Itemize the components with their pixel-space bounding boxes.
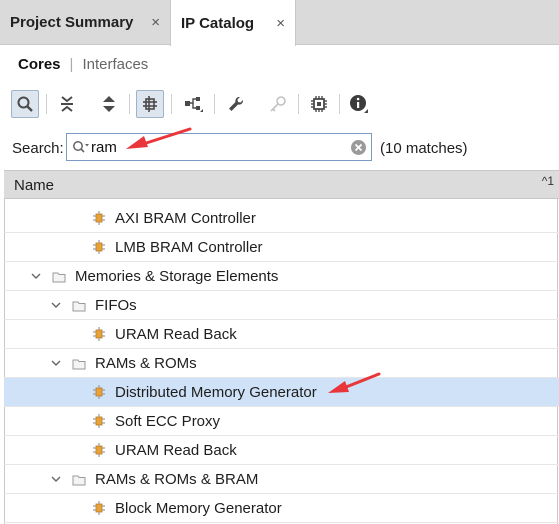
tree-core-row[interactable]: Distributed Memory Generator [4,378,559,407]
folder-icon [52,270,66,283]
tree-item-label: RAMs & ROMs [95,355,197,372]
ip-core-icon [92,384,106,400]
collapse-all-icon[interactable] [53,90,81,118]
tab-ip-catalog[interactable]: IP Catalog × [170,0,296,46]
tree-item-label: Block Memory Generator [115,500,282,517]
tree-core-row[interactable]: Block Memory Generator [4,494,559,523]
ip-core-icon [92,500,106,516]
filter-icon[interactable] [136,90,164,118]
clear-icon[interactable] [350,139,367,156]
sort-indicator: ^1 [541,174,554,188]
tree-core-row[interactable]: AXI BRAM Controller [4,204,559,233]
search-field[interactable] [66,133,372,161]
tree-item-label: URAM Read Back [115,326,237,343]
tree-item-label: FIFOs [95,297,137,314]
tree-item-label: Soft ECC Proxy [115,413,221,430]
tab-bar: Project Summary × IP Catalog × [0,0,559,46]
column-header-name[interactable]: Name ^1 [4,170,559,199]
key-icon[interactable] [264,90,292,118]
tree-item-label: RAMs & ROMs & BRAM [95,471,259,488]
tab-label: IP Catalog [181,14,255,32]
tab-label: Project Summary [10,14,134,31]
wrench-icon[interactable] [222,90,250,118]
expand-all-icon[interactable] [95,90,123,118]
view-switcher: Cores | Interfaces [0,45,559,83]
ip-core-icon [92,413,106,429]
ip-core-icon [92,326,106,342]
info-icon[interactable] [345,90,373,118]
toolbar-separator [339,94,340,114]
tree-item-label: URAM Read Back [115,442,237,459]
tree-core-row[interactable]: LMB BRAM Controller [4,233,559,262]
tree-folder-row[interactable]: RAMs & ROMs & BRAM [4,465,559,494]
close-icon[interactable]: × [151,14,160,31]
tree-folder-row[interactable]: Memories & Storage Elements [4,262,559,291]
search-input[interactable] [91,137,341,157]
search-label: Search: [12,140,64,157]
subtab-interfaces[interactable]: Interfaces [82,56,148,73]
chevron-down-icon[interactable] [50,472,62,484]
match-count: (10 matches) [380,140,468,157]
folder-icon [72,299,86,312]
ip-core-icon [92,442,106,458]
tree-core-row[interactable]: URAM Read Back [4,320,559,349]
folder-icon [72,357,86,370]
ip-core-icon [92,210,106,226]
subtab-separator: | [69,55,74,73]
tree-core-row[interactable]: Soft ECC Proxy [4,407,559,436]
tree-item-label: Distributed Memory Generator [115,384,317,401]
chevron-down-icon[interactable] [50,356,62,368]
hierarchy-icon[interactable] [180,90,208,118]
toolbar-separator [214,94,215,114]
tree-item-label: LMB BRAM Controller [115,239,263,256]
toolbar [0,84,559,124]
toolbar-separator [171,94,172,114]
folder-icon [72,473,86,486]
ip-core-icon [92,239,106,255]
ip-tree: AXI BRAM Controller LMB BRAM Controller Me… [4,204,559,524]
toolbar-separator [298,94,299,114]
close-icon[interactable]: × [276,15,285,32]
tree-item-label: Memories & Storage Elements [75,268,279,285]
tree-folder-row[interactable]: RAMs & ROMs [4,349,559,378]
search-row: Search: (10 matches) [0,128,559,168]
toolbar-separator [129,94,130,114]
subtab-cores[interactable]: Cores [18,56,61,73]
search-icon [73,141,89,153]
search-icon[interactable] [11,90,39,118]
tab-project-summary[interactable]: Project Summary × [0,0,170,45]
chevron-down-icon[interactable] [50,298,62,310]
tree-item-label: AXI BRAM Controller [115,210,256,227]
column-header-label: Name [14,177,55,194]
tree-core-row[interactable]: URAM Read Back [4,436,559,465]
tree-folder-row[interactable]: FIFOs [4,291,559,320]
chip-icon[interactable] [305,90,333,118]
toolbar-separator [46,94,47,114]
chevron-down-icon[interactable] [30,269,42,281]
